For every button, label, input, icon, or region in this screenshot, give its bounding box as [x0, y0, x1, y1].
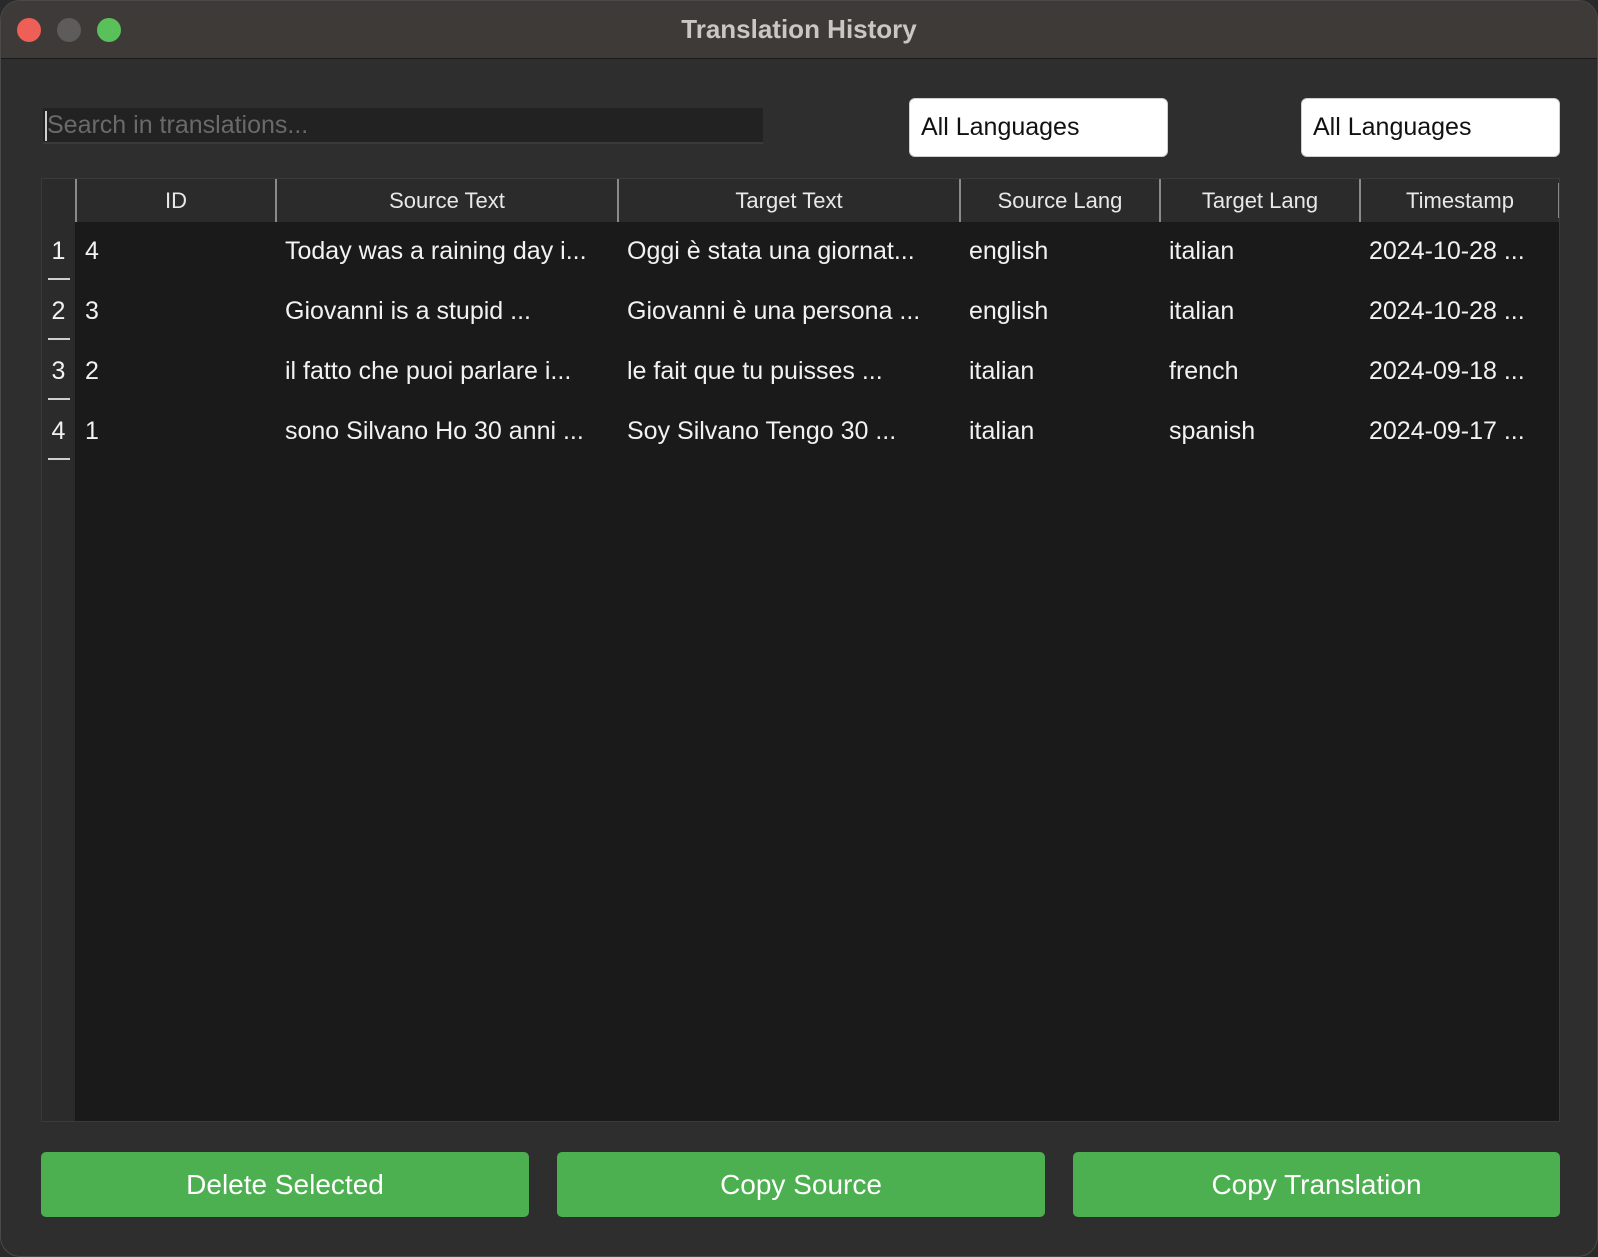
- copy-translation-button[interactable]: Copy Translation: [1073, 1152, 1560, 1217]
- cell-source-lang: english: [969, 297, 1049, 325]
- cell-source-lang: english: [969, 237, 1049, 265]
- cell-id: 1: [85, 417, 99, 445]
- cell-source-text: Today was a raining day i...: [285, 237, 587, 265]
- table-row[interactable]: 1 sono Silvano Ho 30 anni ... Soy Silvan…: [75, 402, 1559, 462]
- cell-source-lang: italian: [969, 357, 1035, 385]
- table-row[interactable]: 2 il fatto che puoi parlare i... le fait…: [75, 342, 1559, 402]
- source-language-select[interactable]: All Languages: [909, 98, 1168, 157]
- delete-selected-button[interactable]: Delete Selected: [41, 1152, 529, 1217]
- table-header: ID Source Text Target Text Source Lang T…: [75, 179, 1559, 222]
- column-header-target-lang[interactable]: Target Lang: [1159, 179, 1359, 222]
- cell-id: 4: [85, 237, 99, 265]
- translation-history-window: Translation History All Languages All La…: [0, 0, 1598, 1257]
- cell-source-text: Giovanni is a stupid ...: [285, 297, 531, 325]
- column-header-source-text[interactable]: Source Text: [275, 179, 617, 222]
- row-divider: [48, 278, 70, 280]
- table-row[interactable]: 3 Giovanni is a stupid ... Giovanni è un…: [75, 282, 1559, 342]
- cell-target-text: Soy Silvano Tengo 30 ...: [627, 417, 897, 445]
- table-row[interactable]: 4 Today was a raining day i... Oggi è st…: [75, 222, 1559, 282]
- window-title: Translation History: [681, 14, 917, 44]
- title-bar[interactable]: Translation History: [1, 1, 1597, 59]
- column-divider: [1558, 183, 1559, 218]
- target-language-select[interactable]: All Languages: [1301, 98, 1560, 157]
- cell-timestamp: 2024-10-28 ...: [1369, 237, 1525, 265]
- cell-target-lang: italian: [1169, 297, 1235, 325]
- copy-source-button[interactable]: Copy Source: [557, 1152, 1045, 1217]
- cell-target-lang: spanish: [1169, 417, 1256, 445]
- cell-target-lang: french: [1169, 357, 1239, 385]
- cell-source-lang: italian: [969, 417, 1035, 445]
- row-number[interactable]: 3: [42, 342, 75, 402]
- row-number[interactable]: 4: [42, 402, 75, 462]
- cell-timestamp: 2024-09-18 ...: [1369, 357, 1525, 385]
- row-number[interactable]: 1: [42, 222, 75, 282]
- cell-target-text: Oggi è stata una giornat...: [627, 237, 915, 265]
- column-header-timestamp[interactable]: Timestamp: [1359, 179, 1559, 222]
- column-header-id[interactable]: ID: [75, 179, 275, 222]
- column-header-source-lang[interactable]: Source Lang: [959, 179, 1159, 222]
- search-input[interactable]: [43, 108, 763, 144]
- column-header-target-text[interactable]: Target Text: [617, 179, 959, 222]
- row-number[interactable]: 2: [42, 282, 75, 342]
- row-divider: [48, 458, 70, 460]
- text-cursor: [45, 111, 47, 141]
- cell-id: 3: [85, 297, 99, 325]
- translations-table[interactable]: ID Source Text Target Text Source Lang T…: [41, 178, 1560, 1122]
- cell-id: 2: [85, 357, 99, 385]
- cell-target-text: Giovanni è una persona ...: [627, 297, 921, 325]
- cell-timestamp: 2024-09-17 ...: [1369, 417, 1525, 445]
- row-divider: [48, 338, 70, 340]
- cell-source-text: il fatto che puoi parlare i...: [285, 357, 572, 385]
- row-divider: [48, 398, 70, 400]
- cell-timestamp: 2024-10-28 ...: [1369, 297, 1525, 325]
- cell-source-text: sono Silvano Ho 30 anni ...: [285, 417, 584, 445]
- cell-target-lang: italian: [1169, 237, 1235, 265]
- cell-target-text: le fait que tu puisses ...: [627, 357, 883, 385]
